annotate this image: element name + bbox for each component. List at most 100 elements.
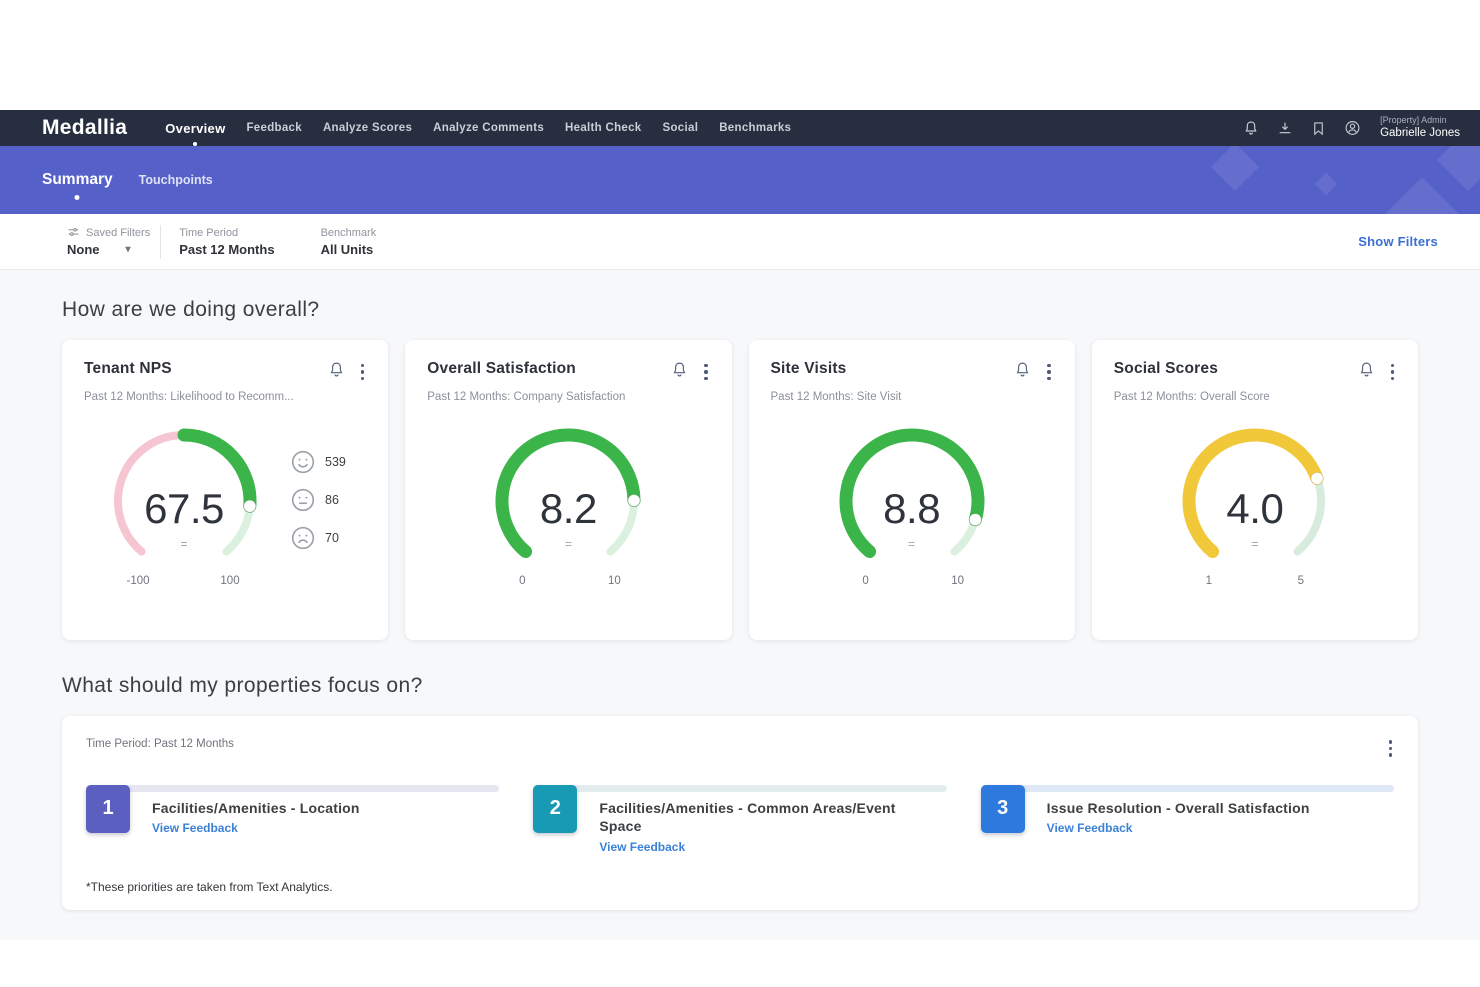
gauge-min-label: 1 bbox=[1179, 575, 1239, 587]
nps-gauge: 67.5 = -100 100 bbox=[84, 413, 284, 601]
card-subtitle: Past 12 Months: Company Satisfaction bbox=[427, 391, 709, 403]
kebab-menu-icon[interactable] bbox=[1389, 362, 1397, 383]
gauge-max-label: 10 bbox=[584, 575, 644, 587]
passives-count: 86 bbox=[325, 493, 339, 507]
card-tenant-nps: Tenant NPS Past 12 Months: Likelihood to… bbox=[62, 340, 388, 640]
tab-summary[interactable]: Summary bbox=[42, 171, 113, 189]
rank-badge: 2 bbox=[533, 785, 577, 833]
gauge-min-label: 0 bbox=[492, 575, 552, 587]
card-title: Tenant NPS bbox=[84, 360, 328, 378]
kebab-menu-icon[interactable] bbox=[359, 362, 367, 383]
priority-item-2: 2 Facilities/Amenities - Common Areas/Ev… bbox=[533, 785, 946, 855]
top-navbar: Medallia Overview Feedback Analyze Score… bbox=[0, 110, 1480, 146]
detractors-row: 70 bbox=[290, 525, 346, 551]
benchmark-control[interactable]: Benchmark All Units bbox=[321, 227, 377, 257]
kebab-menu-icon[interactable] bbox=[702, 362, 710, 383]
saved-filters-control[interactable]: Saved Filters None ▾ bbox=[67, 226, 150, 257]
card-subtitle: Past 12 Months: Site Visit bbox=[771, 391, 1053, 403]
happy-face-icon bbox=[290, 449, 316, 475]
gauge-max-label: 5 bbox=[1271, 575, 1331, 587]
passives-row: 86 bbox=[290, 487, 346, 513]
card-title: Overall Satisfaction bbox=[427, 360, 671, 378]
sad-face-icon bbox=[290, 525, 316, 551]
promoters-count: 539 bbox=[325, 455, 346, 469]
nav-item-analyze-comments[interactable]: Analyze Comments bbox=[433, 118, 544, 138]
nav-item-overview[interactable]: Overview bbox=[165, 117, 225, 140]
neutral-face-icon bbox=[290, 487, 316, 513]
gauge-value: 67.5 bbox=[84, 485, 284, 533]
tab-touchpoints[interactable]: Touchpoints bbox=[139, 173, 213, 187]
chevron-down-icon[interactable]: ▾ bbox=[126, 244, 131, 255]
card-title: Site Visits bbox=[771, 360, 1015, 378]
view-feedback-link[interactable]: View Feedback bbox=[1047, 821, 1310, 835]
card-subtitle: Past 12 Months: Likelihood to Recomm... bbox=[84, 391, 366, 403]
kpi-card-row: Tenant NPS Past 12 Months: Likelihood to… bbox=[62, 340, 1418, 640]
satisfaction-gauge: 8.2 = 0 10 bbox=[468, 413, 668, 601]
filter-bar: Saved Filters None ▾ Time Period Past 12… bbox=[0, 214, 1480, 270]
show-filters-button[interactable]: Show Filters bbox=[1358, 234, 1438, 249]
sliders-icon bbox=[67, 226, 80, 239]
gauge-value: 8.8 bbox=[812, 485, 1012, 533]
view-feedback-link[interactable]: View Feedback bbox=[152, 821, 360, 835]
decor-diamond bbox=[1385, 177, 1459, 214]
bell-icon[interactable] bbox=[1242, 120, 1259, 137]
focus-heading: What should my properties focus on? bbox=[62, 674, 1418, 698]
alert-bell-icon[interactable] bbox=[1014, 361, 1031, 383]
overall-heading: How are we doing overall? bbox=[62, 298, 1418, 322]
decor-diamond bbox=[1211, 146, 1259, 191]
alert-bell-icon[interactable] bbox=[328, 361, 345, 383]
user-avatar-icon[interactable] bbox=[1344, 120, 1361, 137]
rank-badge: 3 bbox=[981, 785, 1025, 833]
download-icon[interactable] bbox=[1276, 120, 1293, 137]
site-visits-gauge: 8.8 = 0 10 bbox=[812, 413, 1012, 601]
divider bbox=[160, 225, 161, 259]
gauge-max-label: 100 bbox=[200, 575, 260, 587]
card-social-scores: Social Scores Past 12 Months: Overall Sc… bbox=[1092, 340, 1418, 640]
time-period-label: Time Period bbox=[179, 227, 274, 239]
detractors-count: 70 bbox=[325, 531, 339, 545]
priorities-card: Time Period: Past 12 Months 1 Facilities… bbox=[62, 716, 1418, 910]
saved-filters-value[interactable]: None bbox=[67, 242, 100, 257]
main-content: How are we doing overall? Tenant NPS Pas… bbox=[0, 270, 1480, 940]
card-title: Social Scores bbox=[1114, 360, 1358, 378]
nav-item-feedback[interactable]: Feedback bbox=[246, 118, 301, 138]
kebab-menu-icon[interactable] bbox=[1045, 362, 1053, 383]
user-role: [Property] Admin bbox=[1380, 115, 1460, 126]
priorities-time-period: Time Period: Past 12 Months bbox=[86, 738, 1387, 750]
alert-bell-icon[interactable] bbox=[671, 361, 688, 383]
user-menu[interactable]: [Property] Admin Gabrielle Jones bbox=[1380, 115, 1460, 141]
priority-item-3: 3 Issue Resolution - Overall Satisfactio… bbox=[981, 785, 1394, 855]
screen: Medallia Overview Feedback Analyze Score… bbox=[0, 0, 1480, 987]
nav-item-social[interactable]: Social bbox=[663, 118, 699, 138]
decor-diamond bbox=[1315, 173, 1338, 196]
saved-filters-label: Saved Filters bbox=[67, 226, 150, 239]
card-site-visits: Site Visits Past 12 Months: Site Visit 8… bbox=[749, 340, 1075, 640]
priority-title: Facilities/Amenities - Location bbox=[152, 799, 360, 818]
gauge-equals: = bbox=[84, 537, 284, 551]
gauge-equals: = bbox=[1155, 537, 1355, 551]
priorities-footnote: *These priorities are taken from Text An… bbox=[86, 880, 1394, 894]
view-feedback-link[interactable]: View Feedback bbox=[599, 840, 899, 854]
card-subtitle: Past 12 Months: Overall Score bbox=[1114, 391, 1396, 403]
gauge-max-label: 10 bbox=[928, 575, 988, 587]
gauge-value: 4.0 bbox=[1155, 485, 1355, 533]
rank-badge: 1 bbox=[86, 785, 130, 833]
time-period-control[interactable]: Time Period Past 12 Months bbox=[179, 227, 274, 257]
nav-item-health-check[interactable]: Health Check bbox=[565, 118, 641, 138]
benchmark-value: All Units bbox=[321, 242, 377, 257]
kebab-menu-icon[interactable] bbox=[1387, 738, 1395, 759]
nav-item-analyze-scores[interactable]: Analyze Scores bbox=[323, 118, 412, 138]
card-overall-satisfaction: Overall Satisfaction Past 12 Months: Com… bbox=[405, 340, 731, 640]
priority-item-1: 1 Facilities/Amenities - Location View F… bbox=[86, 785, 499, 855]
social-scores-gauge: 4.0 = 1 5 bbox=[1155, 413, 1355, 601]
nav-item-benchmarks[interactable]: Benchmarks bbox=[719, 118, 791, 138]
nav-utilities: [Property] Admin Gabrielle Jones bbox=[1242, 115, 1460, 141]
gauge-min-label: -100 bbox=[108, 575, 168, 587]
priority-title: Facilities/Amenities - Common Areas/Even… bbox=[599, 799, 899, 837]
time-period-value: Past 12 Months bbox=[179, 242, 274, 257]
bookmark-icon[interactable] bbox=[1310, 120, 1327, 137]
user-name: Gabrielle Jones bbox=[1380, 126, 1460, 140]
promoters-row: 539 bbox=[290, 449, 346, 475]
benchmark-label: Benchmark bbox=[321, 227, 377, 239]
alert-bell-icon[interactable] bbox=[1358, 361, 1375, 383]
